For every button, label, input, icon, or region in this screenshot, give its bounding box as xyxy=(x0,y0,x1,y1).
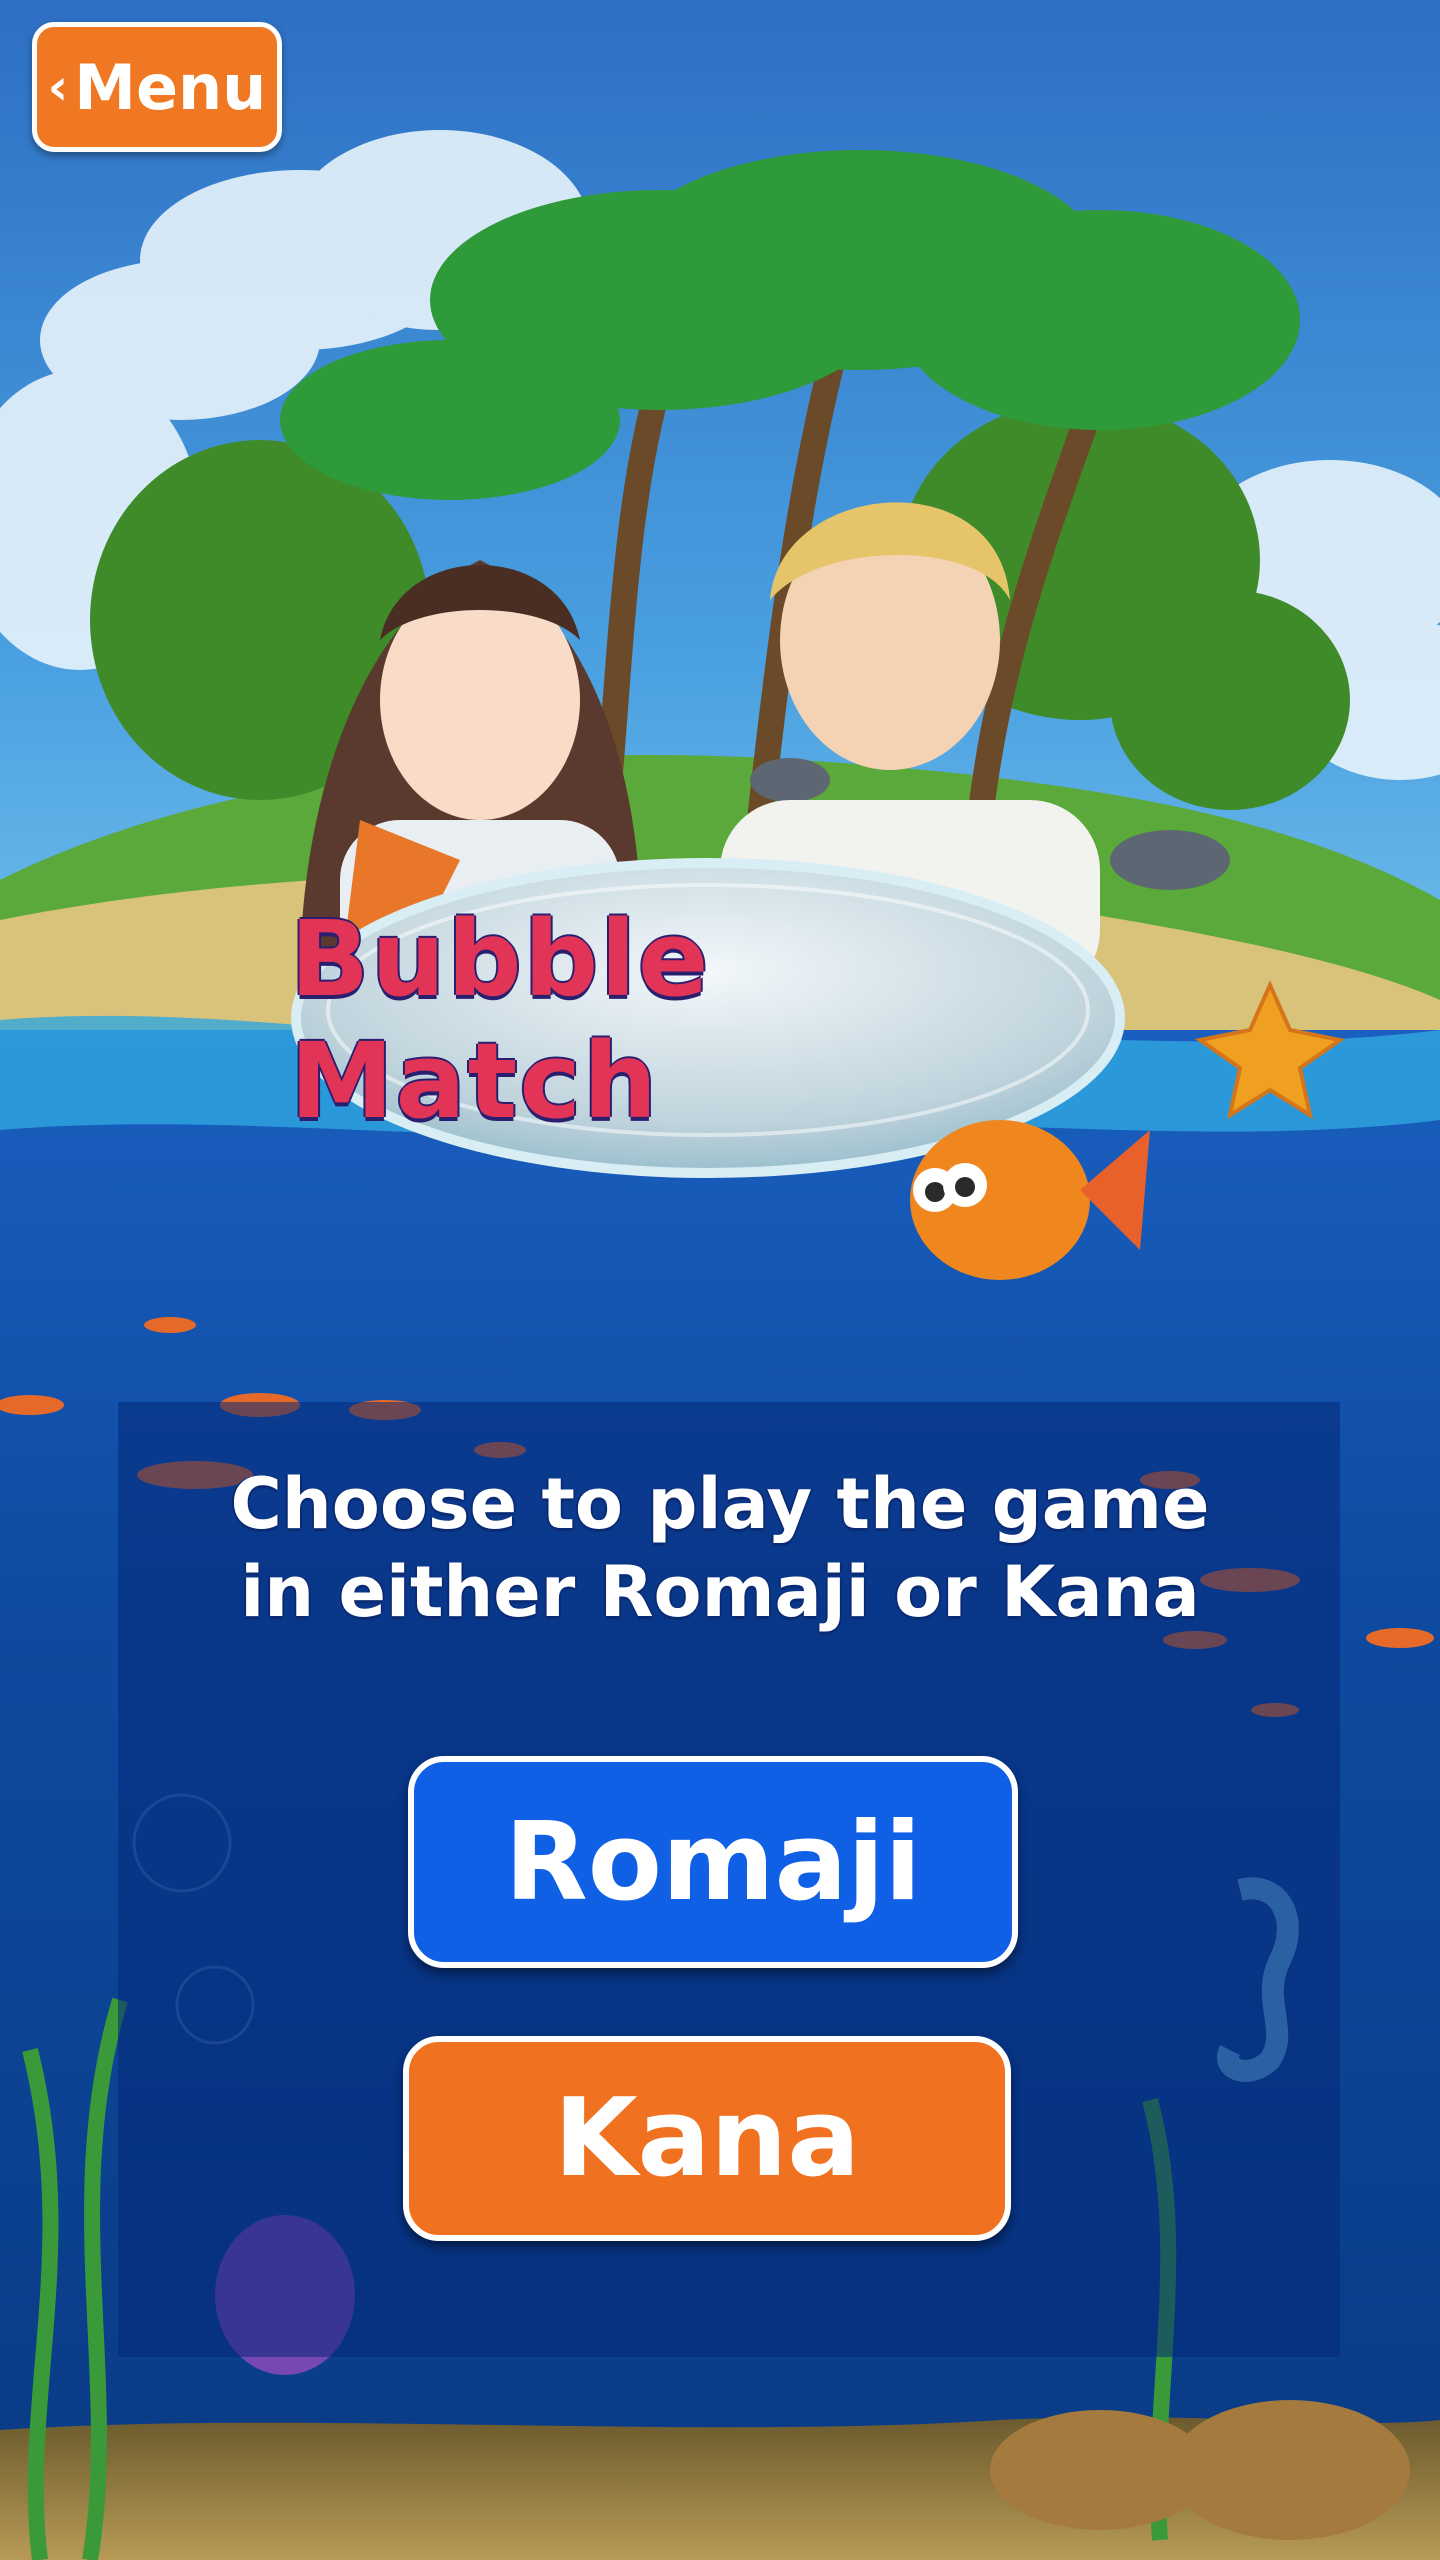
mode-prompt: Choose to play the game in either Romaji… xyxy=(150,1460,1290,1636)
chevron-left-icon: ‹ xyxy=(47,58,69,116)
prompt-line-2: in either Romaji or Kana xyxy=(240,1551,1200,1633)
prompt-line-1: Choose to play the game xyxy=(230,1463,1210,1545)
menu-button-label: Menu xyxy=(74,50,267,124)
game-title: Bubble Match xyxy=(290,898,1110,1142)
kana-button-label: Kana xyxy=(553,2076,861,2201)
romaji-button[interactable]: Romaji xyxy=(408,1756,1018,1968)
romaji-button-label: Romaji xyxy=(504,1799,922,1925)
kana-button[interactable]: Kana xyxy=(403,2036,1011,2241)
menu-back-button[interactable]: ‹ Menu xyxy=(32,22,282,152)
